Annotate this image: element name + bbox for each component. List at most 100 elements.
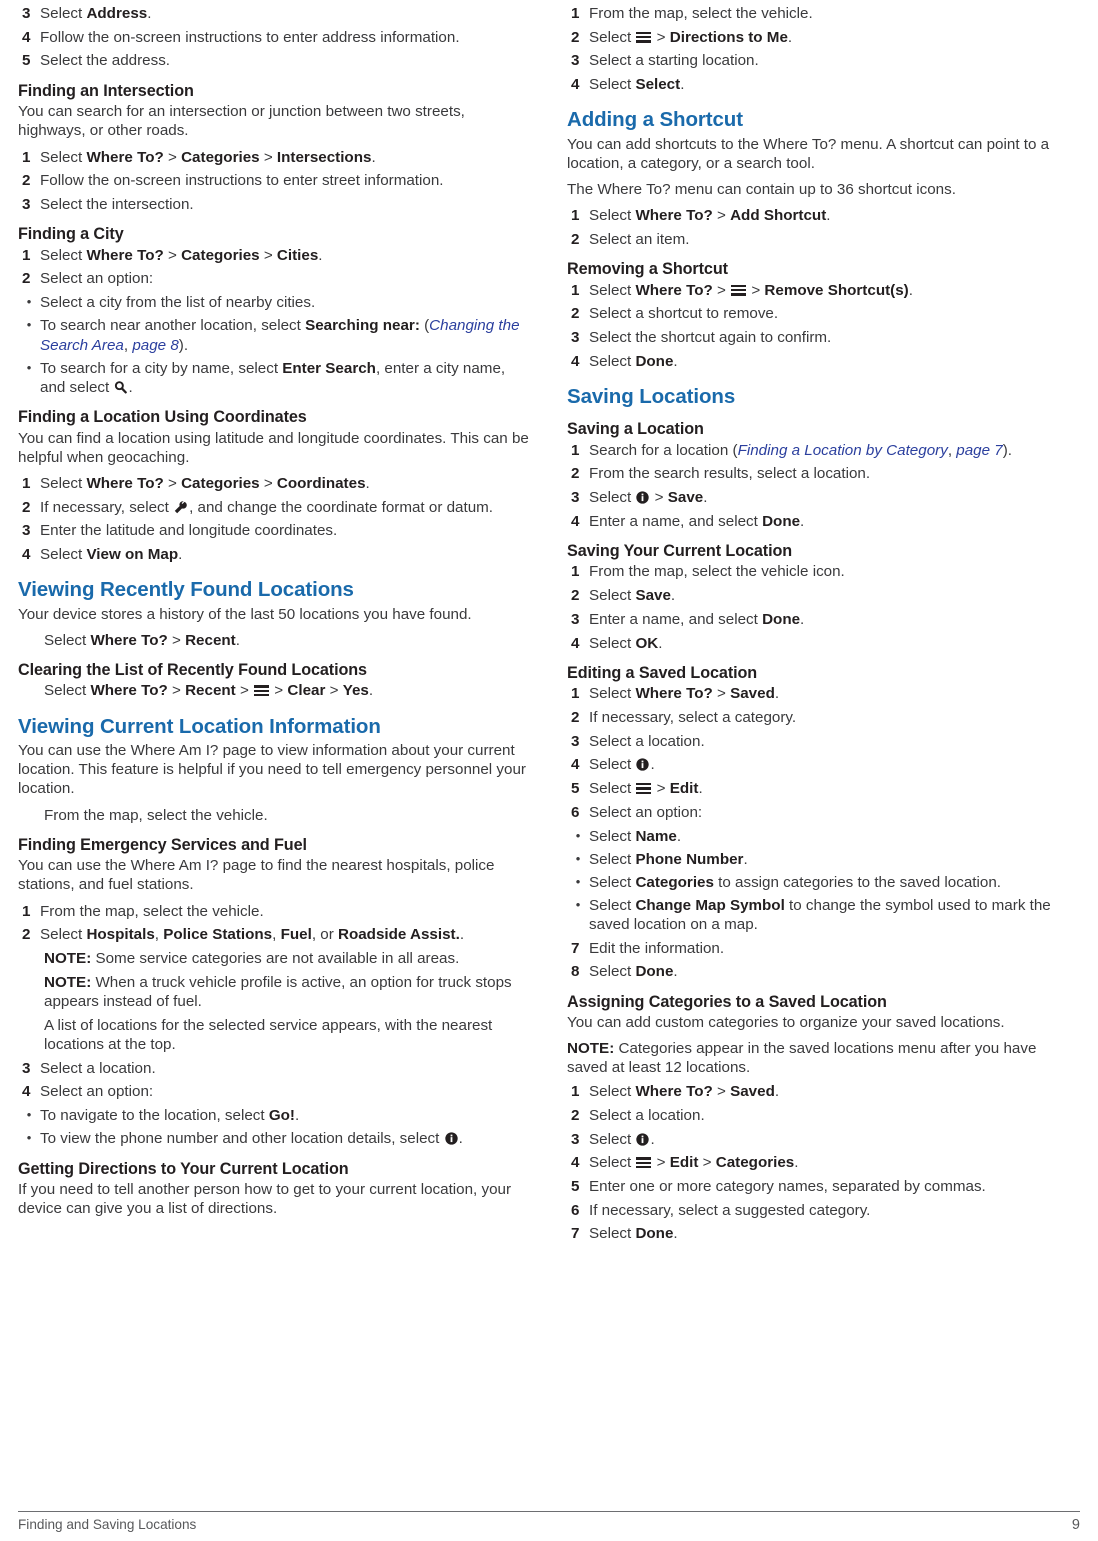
text-run: . [826, 207, 831, 225]
step-item: 3 Enter a name, and select Done. [567, 610, 1080, 629]
text-run: Select a shortcut to remove. [589, 305, 779, 323]
bullet-text: To view the phone number and other locat… [40, 1129, 531, 1148]
step-number: 4 [571, 1154, 580, 1172]
ui-term: Yes [342, 682, 369, 700]
heading-getting-directions-to-your-current-location: Getting Directions to Your Current Locat… [18, 1159, 349, 1178]
step-number: 3 [571, 732, 580, 750]
ui-term: Done [635, 963, 674, 981]
text-run: Select [40, 5, 87, 22]
bullet-marker: • [26, 1130, 32, 1146]
heading-saving-a-location: Saving a Location [567, 420, 704, 439]
bullet-item: • Select a city from the list of nearby c… [18, 293, 531, 312]
step-number: 3 [571, 52, 580, 70]
step-number: 6 [571, 803, 580, 821]
step-text: Select Done. [589, 962, 1080, 981]
ui-term: Cities [276, 246, 319, 264]
step-number: 2 [571, 1106, 580, 1124]
step-item: 3 Select a starting location. [567, 51, 1080, 70]
cross-reference-link[interactable]: Finding a Location by Category [738, 442, 948, 459]
steps-editing-a-saved-location-part1: 1 Select Where To? > Saved. 2 If necessary,… [567, 684, 1080, 822]
bullet-item: • To view the phone number and other loca… [18, 1129, 531, 1148]
step-item: 4 Select Select. [567, 75, 1080, 94]
text-run: ( [419, 317, 430, 335]
menu-icon [636, 1157, 652, 1169]
step-number: 3 [22, 522, 31, 540]
text-run: . [318, 246, 323, 264]
text-run: . [774, 685, 780, 703]
text-run: Search for a location ( [589, 441, 738, 459]
ui-term: Categories [635, 873, 714, 891]
result-emergency-services: A list of locations for the selected ser… [18, 1016, 531, 1054]
ui-term: Edit [669, 780, 699, 798]
footer-section-title: Finding and Saving Locations [18, 1517, 197, 1532]
heading-removing-a-shortcut: Removing a Shortcut [567, 260, 728, 279]
text-run: From the map, select the vehicle. [44, 806, 268, 824]
cross-reference-page[interactable]: page 7 [956, 442, 1002, 459]
steps-adding-a-shortcut: 1 Select Where To? > Add Shortcut. 2 Select… [567, 206, 1080, 249]
cross-reference-page[interactable]: page 8 [132, 337, 178, 354]
step-text: Follow the on-screen instructions to ent… [40, 171, 531, 190]
text-run: To view the phone number and other locat… [40, 1130, 444, 1148]
heading-finding-emergency-services-and-fuel: Finding Emergency Services and Fuel [18, 835, 307, 854]
search-icon [115, 381, 128, 394]
ui-term: Hospitals [86, 926, 155, 944]
text-run: . [670, 587, 676, 605]
step-item: 4 Select . [567, 755, 1080, 774]
bullet-text: To search for a city by name, select Ent… [40, 359, 531, 397]
step-number: 2 [22, 926, 31, 944]
heading-finding-an-intersection: Finding an Intersection [18, 81, 194, 100]
text-run: , and change the coordinate format or da… [189, 498, 494, 516]
bullet-item: • Select Phone Number. [567, 850, 1080, 869]
step-item: 2 Select a location. [567, 1106, 1080, 1125]
bullet-marker: • [575, 897, 581, 913]
step-item: 1 Select Where To? > Saved. [567, 1082, 1080, 1101]
ui-term: Where To? [635, 1083, 713, 1101]
text-run: to assign categories to the saved locati… [713, 873, 1001, 891]
menu-icon [636, 31, 652, 43]
text-run: > [747, 281, 765, 299]
step-text: Select Done. [589, 352, 1080, 371]
step-item: 8 Select Done. [567, 962, 1080, 981]
ui-term: Save [667, 489, 704, 507]
text-run: > [325, 682, 343, 700]
step-number: 1 [571, 207, 580, 225]
text-run: . [673, 1225, 678, 1243]
step-number: 5 [571, 780, 580, 798]
ui-term: Done [635, 1225, 674, 1243]
right-column: 1 From the map, select the vehicle. 2 Selec… [567, 4, 1080, 1500]
step-item: 4 Select an option: [18, 1082, 531, 1101]
step-item: 5 Select > Edit. [567, 779, 1080, 798]
ui-term: Intersections [276, 148, 372, 166]
step-text: Select . [589, 755, 1080, 774]
text-run: Select [589, 963, 636, 981]
text-run: > [167, 682, 186, 700]
bullet-item: • To navigate to the location, select Go!… [18, 1106, 531, 1125]
text-run: Select [589, 352, 636, 370]
steps-removing-a-shortcut: 1 Select Where To? > > Remove Shortcut(s)… [567, 281, 1080, 371]
note-assigning-categories: NOTE: Categories appear in the saved loc… [567, 1039, 1080, 1077]
step-item: 2 Follow the on-screen instructions to en… [18, 171, 531, 190]
step-item: 6 Select an option: [567, 803, 1080, 822]
text-run: Select [589, 587, 636, 605]
ui-term: NOTE: [44, 950, 92, 968]
steps-saving-your-current-location: 1 From the map, select the vehicle icon. 2… [567, 562, 1080, 652]
text-run: Select a location. [40, 1059, 156, 1077]
text-run: Categories appear in the saved locations… [567, 1040, 1037, 1077]
bullet-marker: • [575, 827, 581, 843]
ui-term: Change Map Symbol [635, 897, 785, 915]
bullet-marker: • [575, 873, 581, 889]
step-item: 6 If necessary, select a suggested catego… [567, 1201, 1080, 1220]
ui-term: Recent [185, 631, 236, 649]
text-run: Select an option: [40, 270, 154, 288]
heading-adding-a-shortcut: Adding a Shortcut [567, 108, 743, 132]
text-run: , [272, 926, 281, 944]
ui-term: Enter Search [282, 359, 376, 377]
text-run: > [712, 281, 731, 299]
text-run: . [673, 963, 678, 981]
text-run: > [652, 780, 670, 798]
intro-adding-a-shortcut-1: You can add shortcuts to the Where To? m… [567, 135, 1050, 172]
text-run: Select [589, 1130, 636, 1148]
text-run: Select [589, 634, 636, 652]
text-run: Select a location. [589, 732, 705, 750]
step-item: 1 Select Where To? > Categories > Cities. [18, 246, 531, 265]
